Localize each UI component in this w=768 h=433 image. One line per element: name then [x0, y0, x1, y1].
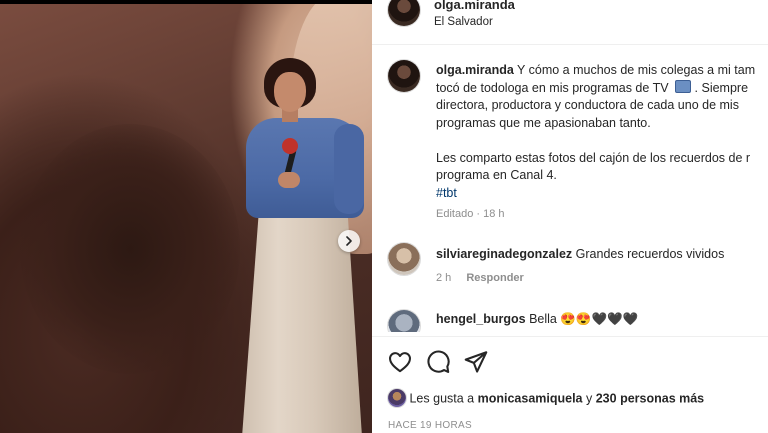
likes-joiner: y: [586, 391, 593, 406]
rock-shadow: [20, 124, 240, 374]
post-header: olga.miranda El Salvador: [372, 0, 768, 45]
comment-time: 2 h: [436, 272, 452, 284]
next-photo-button[interactable]: [338, 230, 360, 252]
post-side-panel: olga.miranda El Salvador olga.miranda Y …: [372, 0, 768, 433]
comment-button[interactable]: [425, 349, 451, 375]
caption-line-1: Y cómo a muchos de mis colegas a mi tam: [517, 63, 756, 77]
hashtag-link[interactable]: #tbt: [436, 186, 457, 200]
comment-icon: [427, 350, 450, 373]
caption-line-3: directora, productora y conductora de ca…: [436, 98, 739, 112]
comment-item: hengel_burgos Bella 😍😍🖤🖤🖤: [372, 308, 768, 332]
arm: [334, 124, 364, 214]
liker-avatar[interactable]: [388, 389, 406, 407]
liker-username[interactable]: monicasamiquela: [478, 391, 583, 405]
face: [274, 72, 306, 112]
post-photo[interactable]: [0, 4, 372, 433]
caption-avatar[interactable]: [388, 60, 420, 92]
caption-line-4: programas que me apasionaban tanto.: [436, 115, 651, 130]
share-icon: [464, 351, 488, 373]
comment-meta: 2 h Responder: [436, 272, 524, 284]
caption-line-2a: tocó de todologa en mis programas de TV: [436, 80, 669, 95]
hand: [278, 172, 300, 188]
tv-emoji-icon: [674, 79, 691, 93]
likes-prefix: Les gusta a: [409, 391, 475, 406]
chevron-right-icon: [346, 236, 352, 246]
caption-line-2b: . Siempre: [694, 80, 749, 95]
likes-others[interactable]: 230 personas más: [596, 391, 704, 405]
share-button[interactable]: [463, 349, 489, 375]
author-username[interactable]: olga.miranda: [434, 0, 515, 12]
post-location[interactable]: El Salvador: [434, 16, 493, 28]
microphone-head: [282, 138, 298, 154]
heart-icon: [389, 352, 411, 373]
caption-line-6: programa en Canal 4.: [436, 168, 557, 182]
post-actions: Les gusta a monicasamiquela y 230 person…: [372, 336, 768, 433]
comment-text: silviareginadegonzalez Grandes recuerdos…: [436, 247, 724, 261]
commenter-username[interactable]: hengel_burgos: [436, 312, 526, 326]
author-avatar[interactable]: [388, 0, 420, 26]
reply-button[interactable]: Responder: [466, 272, 523, 284]
comment-body: Bella 😍😍🖤🖤🖤: [529, 312, 639, 326]
commenter-username[interactable]: silviareginadegonzalez: [436, 247, 572, 261]
caption-line-5: Les comparto estas fotos del cajón de lo…: [436, 150, 751, 165]
like-button[interactable]: [387, 349, 413, 375]
post-timestamp[interactable]: HACE 19 HORAS: [388, 420, 472, 431]
likes-summary: Les gusta a monicasamiquela y 230 person…: [388, 389, 704, 410]
caption-meta: Editado · 18 h: [436, 208, 505, 220]
comment-text: hengel_burgos Bella 😍😍🖤🖤🖤: [436, 312, 638, 327]
caption-username[interactable]: olga.miranda: [436, 63, 514, 77]
commenter-avatar[interactable]: [388, 243, 420, 275]
caption-text: olga.miranda Y cómo a muchos de mis cole…: [436, 62, 768, 202]
comment-body: Grandes recuerdos vividos: [575, 247, 725, 261]
commenter-avatar[interactable]: [388, 310, 420, 332]
